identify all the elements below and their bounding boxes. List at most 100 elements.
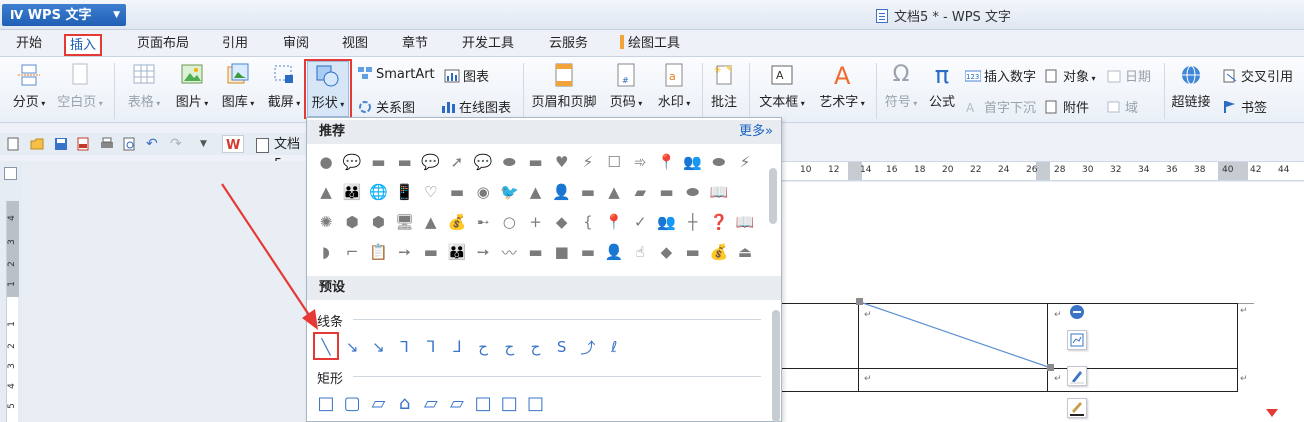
tab-page-layout[interactable]: 页面布局 xyxy=(133,34,193,56)
formula-button[interactable]: π 公式 xyxy=(924,63,960,110)
smartart-button[interactable]: SmartArt xyxy=(357,66,435,82)
recommended-shape-icon[interactable]: 〰 xyxy=(498,241,520,263)
rectangle-shape-icon[interactable]: □ xyxy=(498,392,520,414)
recommended-shape-icon[interactable]: ♡ xyxy=(420,181,442,203)
recommended-shape-icon[interactable]: ▬ xyxy=(446,181,468,203)
recommended-shape-icon[interactable]: 👥 xyxy=(655,211,677,233)
rectangle-shape-icon[interactable]: □ xyxy=(315,392,337,414)
new-document-icon[interactable] xyxy=(6,137,20,151)
recommended-shape-icon[interactable]: ▲ xyxy=(315,181,337,203)
recommended-shape-icon[interactable]: 💬 xyxy=(420,151,442,173)
hyperlink-button[interactable]: 超链接 xyxy=(1168,63,1214,110)
table-button[interactable]: 表格 ▾ xyxy=(122,63,166,110)
rectangle-shape-icon[interactable]: □ xyxy=(525,392,547,414)
recommended-shape-icon[interactable]: ▲ xyxy=(525,181,547,203)
recommended-shape-icon[interactable]: ○ xyxy=(498,211,520,233)
textbox-button[interactable]: A 文本框 ▾ xyxy=(754,63,810,110)
insert-number-button[interactable]: 123 插入数字 xyxy=(964,66,1036,85)
recommended-shape-icon[interactable]: 📋 xyxy=(367,241,389,263)
tab-home[interactable]: 开始 xyxy=(12,34,46,56)
shape-layout-icon[interactable] xyxy=(1067,330,1087,350)
recommended-shape-icon[interactable]: ➾ xyxy=(629,151,651,173)
recommended-shape-icon[interactable]: ➙ xyxy=(472,241,494,263)
recommended-shape-icon[interactable]: ⚡ xyxy=(734,151,756,173)
recommended-shape-icon[interactable]: ● xyxy=(315,151,337,173)
cross-reference-button[interactable]: 交叉引用 xyxy=(1222,66,1293,85)
recommended-shape-icon[interactable]: ■ xyxy=(551,241,573,263)
shape-fill-icon[interactable] xyxy=(1067,366,1087,386)
attachment-button[interactable]: 附件 xyxy=(1044,97,1089,116)
recommended-shape-icon[interactable]: ▬ xyxy=(525,241,547,263)
tab-insert[interactable]: 插入 xyxy=(64,34,103,56)
recommended-shape-icon[interactable]: ◉ xyxy=(472,181,494,203)
recommended-shape-icon[interactable]: 👪 xyxy=(446,241,468,263)
recommended-shape-icon[interactable]: ✓ xyxy=(629,211,651,233)
recommended-shape-icon[interactable]: ▰ xyxy=(629,181,651,203)
comment-button[interactable]: ✳ 批注 xyxy=(706,63,742,110)
recommended-shape-icon[interactable]: 📖 xyxy=(734,211,756,233)
relation-chart-button[interactable]: 关系图 xyxy=(357,97,415,116)
recommended-shape-icon[interactable]: ✺ xyxy=(315,211,337,233)
recommended-shape-icon[interactable]: ☐ xyxy=(603,151,625,173)
recommended-shape-icon[interactable]: 📍 xyxy=(655,151,677,173)
chart-button[interactable]: 图表 xyxy=(444,66,489,85)
recommended-shape-icon[interactable]: ⬬ xyxy=(498,151,520,173)
undo-icon[interactable]: ↶ xyxy=(146,137,160,151)
ruler-margin-marker[interactable] xyxy=(1036,162,1050,180)
recommended-shape-icon[interactable]: 📱 xyxy=(394,181,416,203)
shape-outline-icon[interactable] xyxy=(1067,398,1087,418)
recommended-shape-icon[interactable]: ⏏ xyxy=(734,241,756,263)
line-shape-icon[interactable]: ⤴ xyxy=(577,336,599,358)
recommended-shape-icon[interactable]: ♥ xyxy=(551,151,573,173)
recommended-shape-icon[interactable]: ⚡ xyxy=(577,151,599,173)
document-page[interactable]: ↵ ↵ ↵ ↵ ↵ ↵ xyxy=(780,182,1304,422)
line-shape-icon[interactable]: ح xyxy=(498,336,520,358)
preset-scrollbar[interactable] xyxy=(772,310,780,422)
recommended-shape-icon[interactable]: 🌐 xyxy=(367,181,389,203)
more-shapes-link[interactable]: 更多» xyxy=(739,120,773,144)
page-break-button[interactable]: 分页 ▾ xyxy=(6,63,52,110)
line-shape-icon[interactable]: ح xyxy=(525,336,547,358)
tab-developer[interactable]: 开发工具 xyxy=(458,34,518,56)
customize-dropdown-icon[interactable]: ▼ xyxy=(200,137,214,151)
collapse-icon[interactable] xyxy=(1070,305,1084,319)
app-menu-button[interactable]: Ⅳ WPS 文字 ▼ xyxy=(2,4,126,26)
tab-stop-selector[interactable] xyxy=(4,167,17,180)
recommended-shape-icon[interactable]: ▬ xyxy=(682,241,704,263)
export-pdf-icon[interactable] xyxy=(76,137,90,151)
line-shape-icon[interactable]: S xyxy=(551,336,573,358)
recommended-shape-icon[interactable]: ⌐ xyxy=(341,241,363,263)
recommended-shape-icon[interactable]: ▬ xyxy=(655,181,677,203)
recommended-shape-icon[interactable]: ➸ xyxy=(472,211,494,233)
gallery-button[interactable]: 图库 ▾ xyxy=(216,63,260,110)
recommended-shape-icon[interactable]: ▲ xyxy=(420,211,442,233)
recommended-shape-icon[interactable]: ▲ xyxy=(603,181,625,203)
page-number-button[interactable]: # 页码 ▾ xyxy=(604,63,648,110)
recommended-shape-icon[interactable]: 👤 xyxy=(603,241,625,263)
recommended-shape-icon[interactable]: ◗ xyxy=(315,241,337,263)
recommended-shape-icon[interactable]: 💬 xyxy=(341,151,363,173)
line-shape-icon[interactable]: ↘ xyxy=(367,336,389,358)
recommended-shape-icon[interactable]: ❓ xyxy=(708,211,730,233)
recommended-shape-icon[interactable]: 💰 xyxy=(446,211,468,233)
recommended-shape-icon[interactable]: ⬬ xyxy=(708,151,730,173)
recommended-shape-icon[interactable]: 🐦 xyxy=(498,181,520,203)
recommended-shape-icon[interactable]: 📖 xyxy=(708,181,730,203)
recommended-shape-icon[interactable]: 👪 xyxy=(341,181,363,203)
save-icon[interactable] xyxy=(54,137,68,151)
screenshot-button[interactable]: 截屏 ▾ xyxy=(262,63,306,110)
recommended-shape-icon[interactable]: ➚ xyxy=(446,151,468,173)
header-footer-button[interactable]: 页眉和页脚 xyxy=(528,63,600,110)
tab-view[interactable]: 视图 xyxy=(338,34,372,56)
document-tab[interactable]: 文档5 xyxy=(252,135,306,172)
line-shape-icon[interactable]: Ꞁ xyxy=(394,336,416,358)
redo-icon[interactable]: ↷ xyxy=(170,137,184,151)
recommended-shape-icon[interactable]: ⬬ xyxy=(682,181,704,203)
symbol-button[interactable]: Ω 符号 ▾ xyxy=(880,63,922,111)
tab-drawing-tools[interactable]: 绘图工具 xyxy=(616,34,684,56)
recommended-shape-icon[interactable]: + xyxy=(525,211,547,233)
recommended-shape-icon[interactable]: ⬢ xyxy=(367,211,389,233)
recommended-shape-icon[interactable]: 👤 xyxy=(551,181,573,203)
print-icon[interactable] xyxy=(100,137,114,151)
rectangle-shape-icon[interactable]: ⌂ xyxy=(394,392,416,414)
